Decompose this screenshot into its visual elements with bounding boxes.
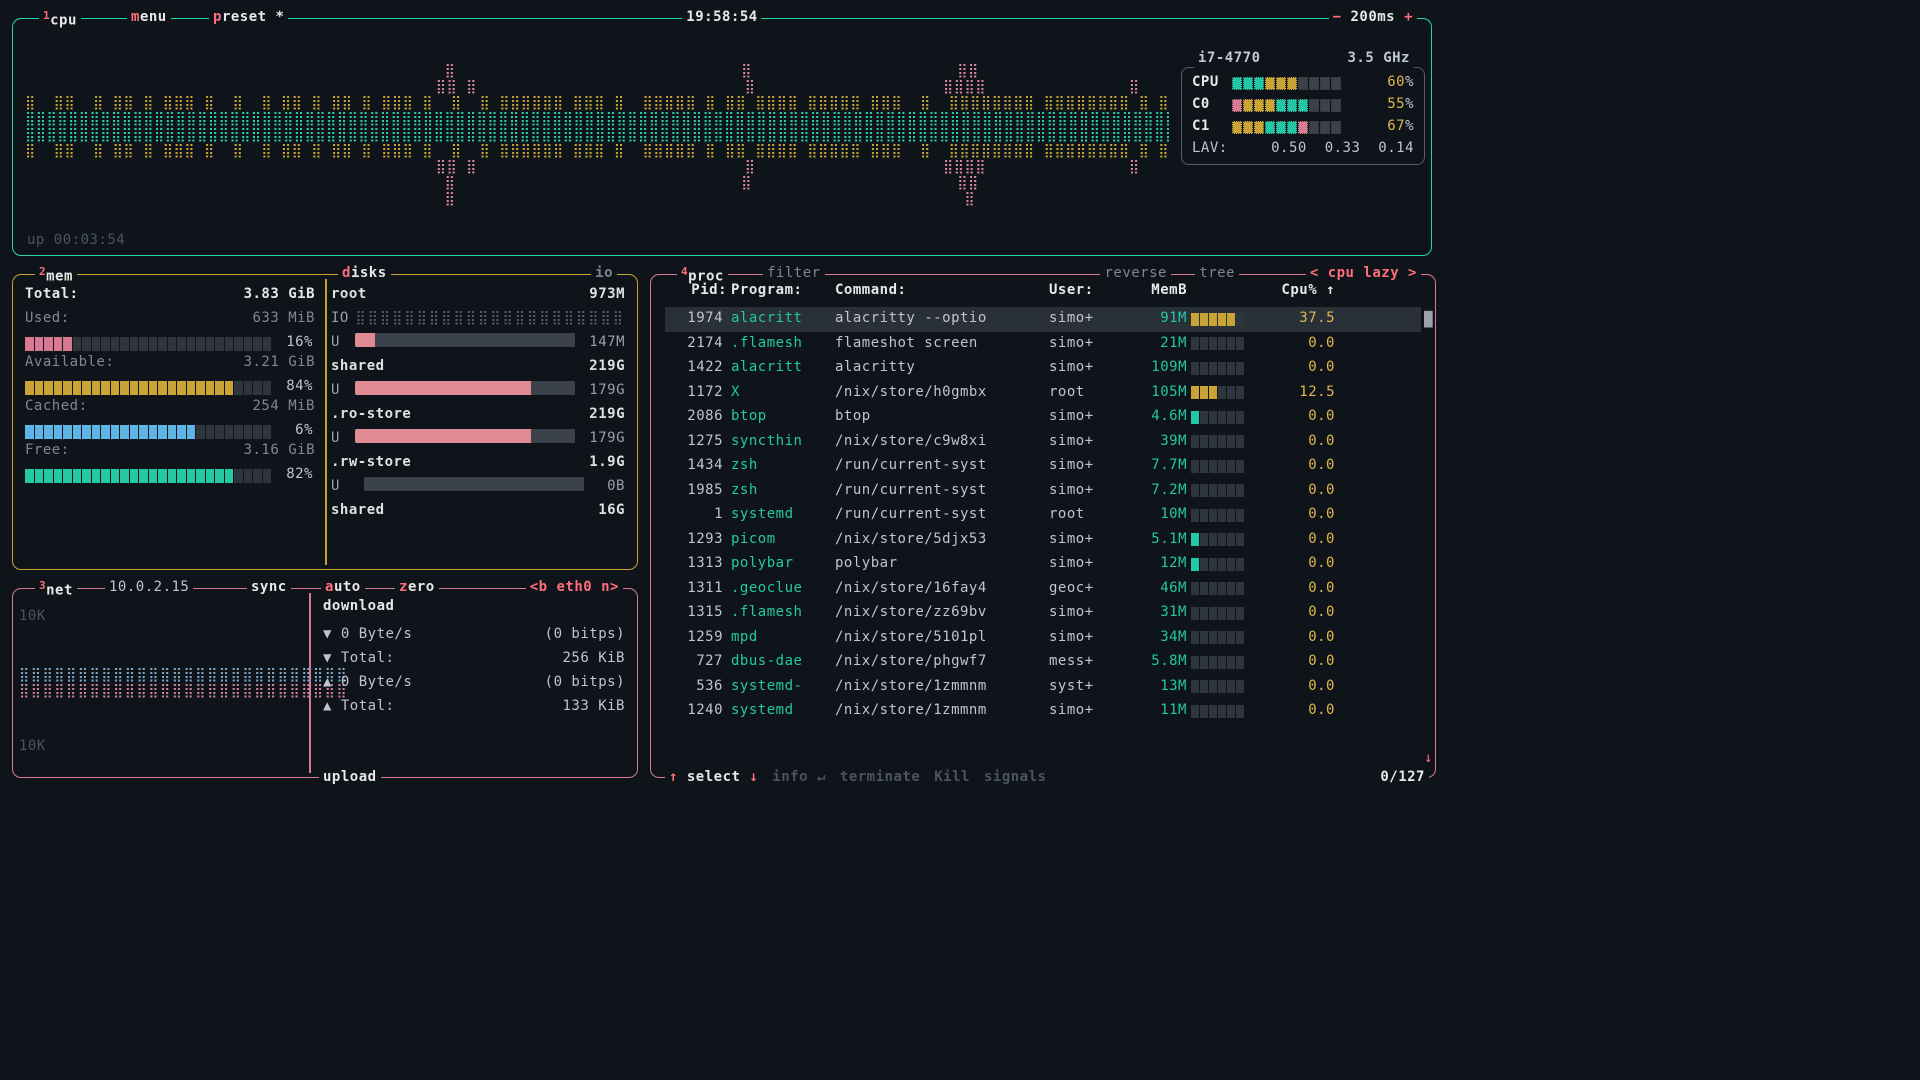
cpu-core-row: C167%	[1192, 116, 1414, 138]
cpu-tab[interactable]: 1cpu	[39, 8, 81, 31]
proc-row[interactable]: 1985zsh/run/current-systsimo+7.2M0.0	[665, 479, 1421, 504]
proc-row[interactable]: 2086btopbtopsimo+4.6M0.0	[665, 405, 1421, 430]
scroll-down-icon[interactable]: ↓	[1424, 749, 1433, 769]
zero-toggle[interactable]: zero	[395, 578, 439, 598]
terminate-button[interactable]: terminate	[840, 768, 920, 788]
proc-row[interactable]: 1275syncthin/nix/store/c9w8xisimo+39M0.0	[665, 430, 1421, 455]
proc-row[interactable]: 1311.geoclue/nix/store/16fay4geoc+46M0.0	[665, 577, 1421, 602]
info-button[interactable]: info ↵	[772, 768, 826, 788]
net-tab[interactable]: 3net	[35, 578, 77, 601]
kill-button[interactable]: Kill	[934, 768, 970, 788]
proc-row[interactable]: 2174.flameshflameshot screensimo+21M0.0	[665, 332, 1421, 357]
up-arrow-icon: ▲	[323, 674, 341, 690]
proc-footer: ↑ select ↓ info ↵ terminate Kill signals	[665, 768, 1421, 788]
net-graph: 10K ⣿⣿⣿⣿⣿⣿⣿⣿⣿⣿⣿⣿⣿⣿⣿⣿⣿⣿⣿⣿⣿⣿⣿⣿⣿⣿⣿⣿ ⣿⣿⣿⣿⣿⣿⣿…	[19, 607, 295, 756]
cpu-core-row: C055%	[1192, 94, 1414, 116]
mem-panel: 2mem disks io Total:3.83 GiB Used:633 Mi…	[12, 274, 638, 570]
cpu-stats-box: i7-47703.5 GHz CPU60%C055%C167% LAV: 0.5…	[1181, 67, 1425, 165]
proc-row[interactable]: 1422alacrittalacrittysimo+109M0.0	[665, 356, 1421, 381]
sync-toggle[interactable]: sync	[247, 578, 291, 598]
up-arrow-icon: ↑	[669, 769, 687, 785]
disks-tab[interactable]: disks	[338, 264, 391, 284]
clock: 19:58:54	[682, 8, 761, 28]
uptime: up 00:03:54	[27, 231, 125, 251]
proc-list[interactable]: 1974alacrittalacritty --optiosimo+91M37.…	[665, 307, 1421, 724]
proc-header-row: Pid: Program: Command: User: MemB Cpu% ↑	[665, 281, 1421, 301]
proc-row[interactable]: 1240systemd/nix/store/1zmmnmsimo+11M0.0	[665, 699, 1421, 724]
iface-selector[interactable]: <b eth0 n>	[526, 578, 623, 598]
cpu-panel: 1cpu menu preset * 19:58:54 − 200ms + ⣿ …	[12, 18, 1432, 256]
net-stats: ▼ 0 Byte/s(0 bitps) ▼ Total:256 KiB ▲ 0 …	[323, 607, 625, 721]
disks-list: root973MIO⣿⣿⣿⣿⣿⣿⣿⣿⣿⣿⣿⣿⣿⣿⣿⣿⣿⣿⣿⣿⣿⣿U147Msha…	[331, 285, 625, 525]
mem-tab[interactable]: 2mem	[35, 264, 77, 287]
net-ip: 10.0.2.15	[105, 578, 193, 598]
cpu-model: i7-47703.5 GHz	[1194, 49, 1414, 69]
preset-tab[interactable]: preset *	[209, 8, 288, 28]
scrollbar-thumb[interactable]: █	[1424, 311, 1433, 331]
proc-row[interactable]: 1172X/nix/store/h0gmbxroot105M12.5	[665, 381, 1421, 406]
proc-row[interactable]: 536systemd-/nix/store/1zmmnmsyst+13M0.0	[665, 675, 1421, 700]
proc-row[interactable]: 1974alacrittalacritty --optiosimo+91M37.…	[665, 307, 1421, 332]
mem-stats: Total:3.83 GiB Used:633 MiB 16% Availabl…	[25, 285, 315, 485]
plus-icon[interactable]: +	[1404, 9, 1413, 25]
proc-row[interactable]: 1313polybarpolybarsimo+12M0.0	[665, 552, 1421, 577]
menu-tab[interactable]: menu	[127, 8, 171, 28]
proc-panel: 4proc filter reverse tree < cpu lazy > P…	[650, 274, 1436, 778]
down-arrow-icon: ▼	[323, 626, 341, 642]
proc-row[interactable]: 1259mpd/nix/store/5101plsimo+34M0.0	[665, 626, 1421, 651]
minus-icon[interactable]: −	[1333, 9, 1342, 25]
cpu-core-row: CPU60%	[1192, 72, 1414, 94]
auto-toggle[interactable]: auto	[321, 578, 365, 598]
page-indicator: 0/127	[1376, 768, 1429, 788]
proc-row[interactable]: 1293picom/nix/store/5djx53simo+5.1M0.0	[665, 528, 1421, 553]
divider	[325, 279, 327, 565]
refresh-rate[interactable]: − 200ms +	[1329, 8, 1417, 28]
signals-button[interactable]: signals	[984, 768, 1047, 788]
load-average: LAV: 0.50 0.33 0.14	[1192, 138, 1414, 160]
proc-row[interactable]: 1systemd/run/current-systroot10M0.0	[665, 503, 1421, 528]
cpu-graph: ⣿ ⣿ ⣿⣿ ⣿⣿ ⣿ ⣿ ⣿⣿⣿⣿ ⣿ ⣿ ⣿⣿ ⣿ ⣿⣿ ⣿ ⣿⣿	[25, 47, 1171, 225]
proc-row[interactable]: 727dbus-dae/nix/store/phgwf7mess+5.8M0.0	[665, 650, 1421, 675]
upload-label: upload	[319, 768, 381, 788]
io-tab[interactable]: io	[591, 264, 617, 284]
net-panel: 3net 10.0.2.15 sync auto zero <b eth0 n>…	[12, 588, 638, 778]
proc-row[interactable]: 1434zsh/run/current-systsimo+7.7M0.0	[665, 454, 1421, 479]
proc-row[interactable]: 1315.flamesh/nix/store/zz69bvsimo+31M0.0	[665, 601, 1421, 626]
